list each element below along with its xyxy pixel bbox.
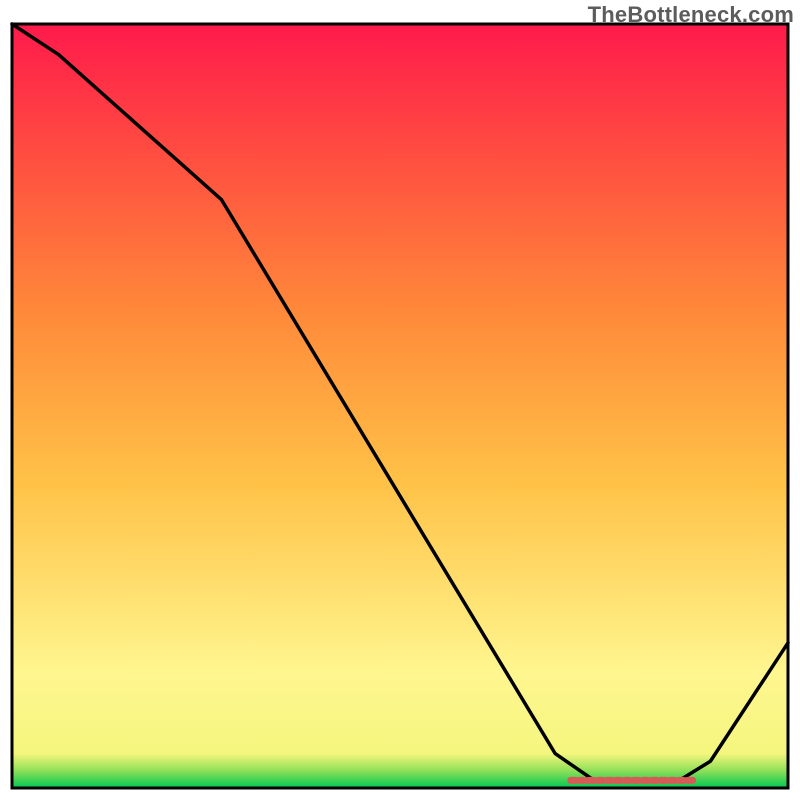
watermark-text: TheBottleneck.com bbox=[588, 2, 794, 28]
bottleneck-chart bbox=[0, 0, 800, 800]
gradient-background bbox=[12, 24, 788, 788]
chart-frame: TheBottleneck.com bbox=[0, 0, 800, 800]
